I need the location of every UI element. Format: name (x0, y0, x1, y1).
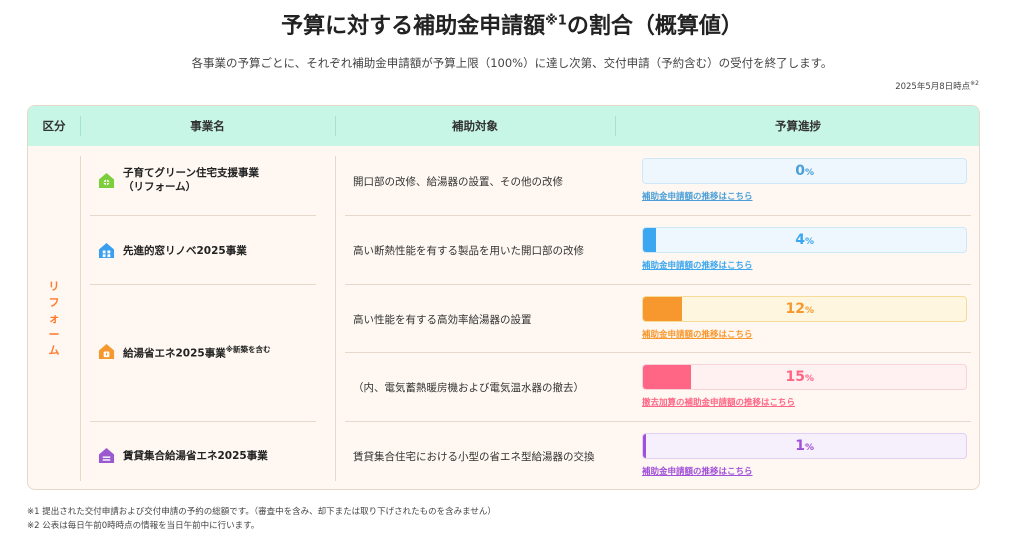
history-link-row-1[interactable]: 補助金申請額の推移はこちら (642, 190, 753, 202)
business-green-house: 子育てグリーン住宅支援事業 （リフォーム） (98, 166, 259, 194)
progress-bar-row-5: 1% (642, 433, 967, 459)
table-header: 区分 事業名 補助対象 予算進捗 (28, 106, 979, 146)
history-link-row-2[interactable]: 補助金申請額の推移はこちら (642, 259, 753, 271)
history-link-row-5[interactable]: 補助金申請額の推移はこちら (642, 465, 753, 477)
progress-percent: 15% (785, 369, 814, 385)
category-reform: リ フ ォ ー ム (48, 279, 60, 357)
header-category: 区分 (42, 119, 66, 133)
page-subtitle: 各事業の予算ごとに、それぞれ補助金申請額が予算上限（100%）に達し次第、交付申… (191, 56, 833, 70)
green-house-icon (98, 172, 115, 188)
rental-house-icon (98, 447, 115, 464)
window-house-icon (98, 242, 115, 259)
history-link-row-3[interactable]: 補助金申請額の推移はこちら (642, 328, 753, 340)
budget-progress-table: 区分 事業名 補助対象 予算進捗 リ フ ォ ー ム 子育てグリーン住宅支援事業… (27, 105, 980, 490)
removal-history-link-row-4[interactable]: 撤去加算の補助金申請額の推移はこちら (642, 396, 795, 408)
target-row-1: 開口部の改修、給湯器の設置、その他の改修 (353, 176, 563, 188)
business-water-heater: 給湯省エネ2025事業※新築を含む (98, 343, 271, 361)
target-row-3: 高い性能を有する高効率給湯器の設置 (353, 314, 532, 326)
target-row-2: 高い断熱性能を有する製品を用いた開口部の改修 (353, 245, 584, 257)
progress-bar-row-3: 12% (642, 296, 967, 322)
progress-percent: 1% (795, 438, 814, 454)
target-row-5: 賃貸集合住宅における小型の省エネ型給湯器の交換 (353, 451, 595, 463)
business-window-renovation: 先進的窓リノベ2025事業 (98, 242, 247, 259)
progress-percent: 0% (795, 163, 814, 179)
business-rental-water-heater: 賃貸集合給湯省エネ2025事業 (98, 447, 268, 464)
progress-percent: 12% (785, 301, 814, 317)
progress-bar-row-4: 15% (642, 364, 967, 390)
header-target: 補助対象 (452, 119, 498, 133)
header-business-name: 事業名 (190, 119, 225, 133)
progress-fill (643, 365, 692, 389)
water-heater-house-icon (98, 344, 115, 360)
progress-percent: 4% (795, 232, 814, 248)
header-progress: 予算進捗 (775, 119, 821, 133)
footnote-1: ※1 提出された交付申請および交付申請の予約の総額です。（審査中を含み、却下また… (27, 507, 496, 517)
footnote-2: ※2 公表は毎日午前0時時点の情報を当日午前中に行います。 (27, 521, 260, 531)
progress-fill (643, 297, 682, 321)
progress-bar-row-2: 4% (642, 227, 967, 253)
footnotes: ※1 提出された交付申請および交付申請の予約の総額です。（審査中を含み、却下また… (27, 505, 496, 533)
progress-bar-row-1: 0% (642, 158, 967, 184)
target-row-4: （内、電気蓄熱暖房機および電気温水器の撤去） (353, 382, 584, 394)
progress-fill (643, 228, 656, 252)
as-of-date: 2025年5月8日時点※2 (895, 80, 979, 92)
progress-fill (643, 434, 646, 458)
page-title: 予算に対する補助金申請額※1の割合（概算値） (281, 13, 743, 39)
